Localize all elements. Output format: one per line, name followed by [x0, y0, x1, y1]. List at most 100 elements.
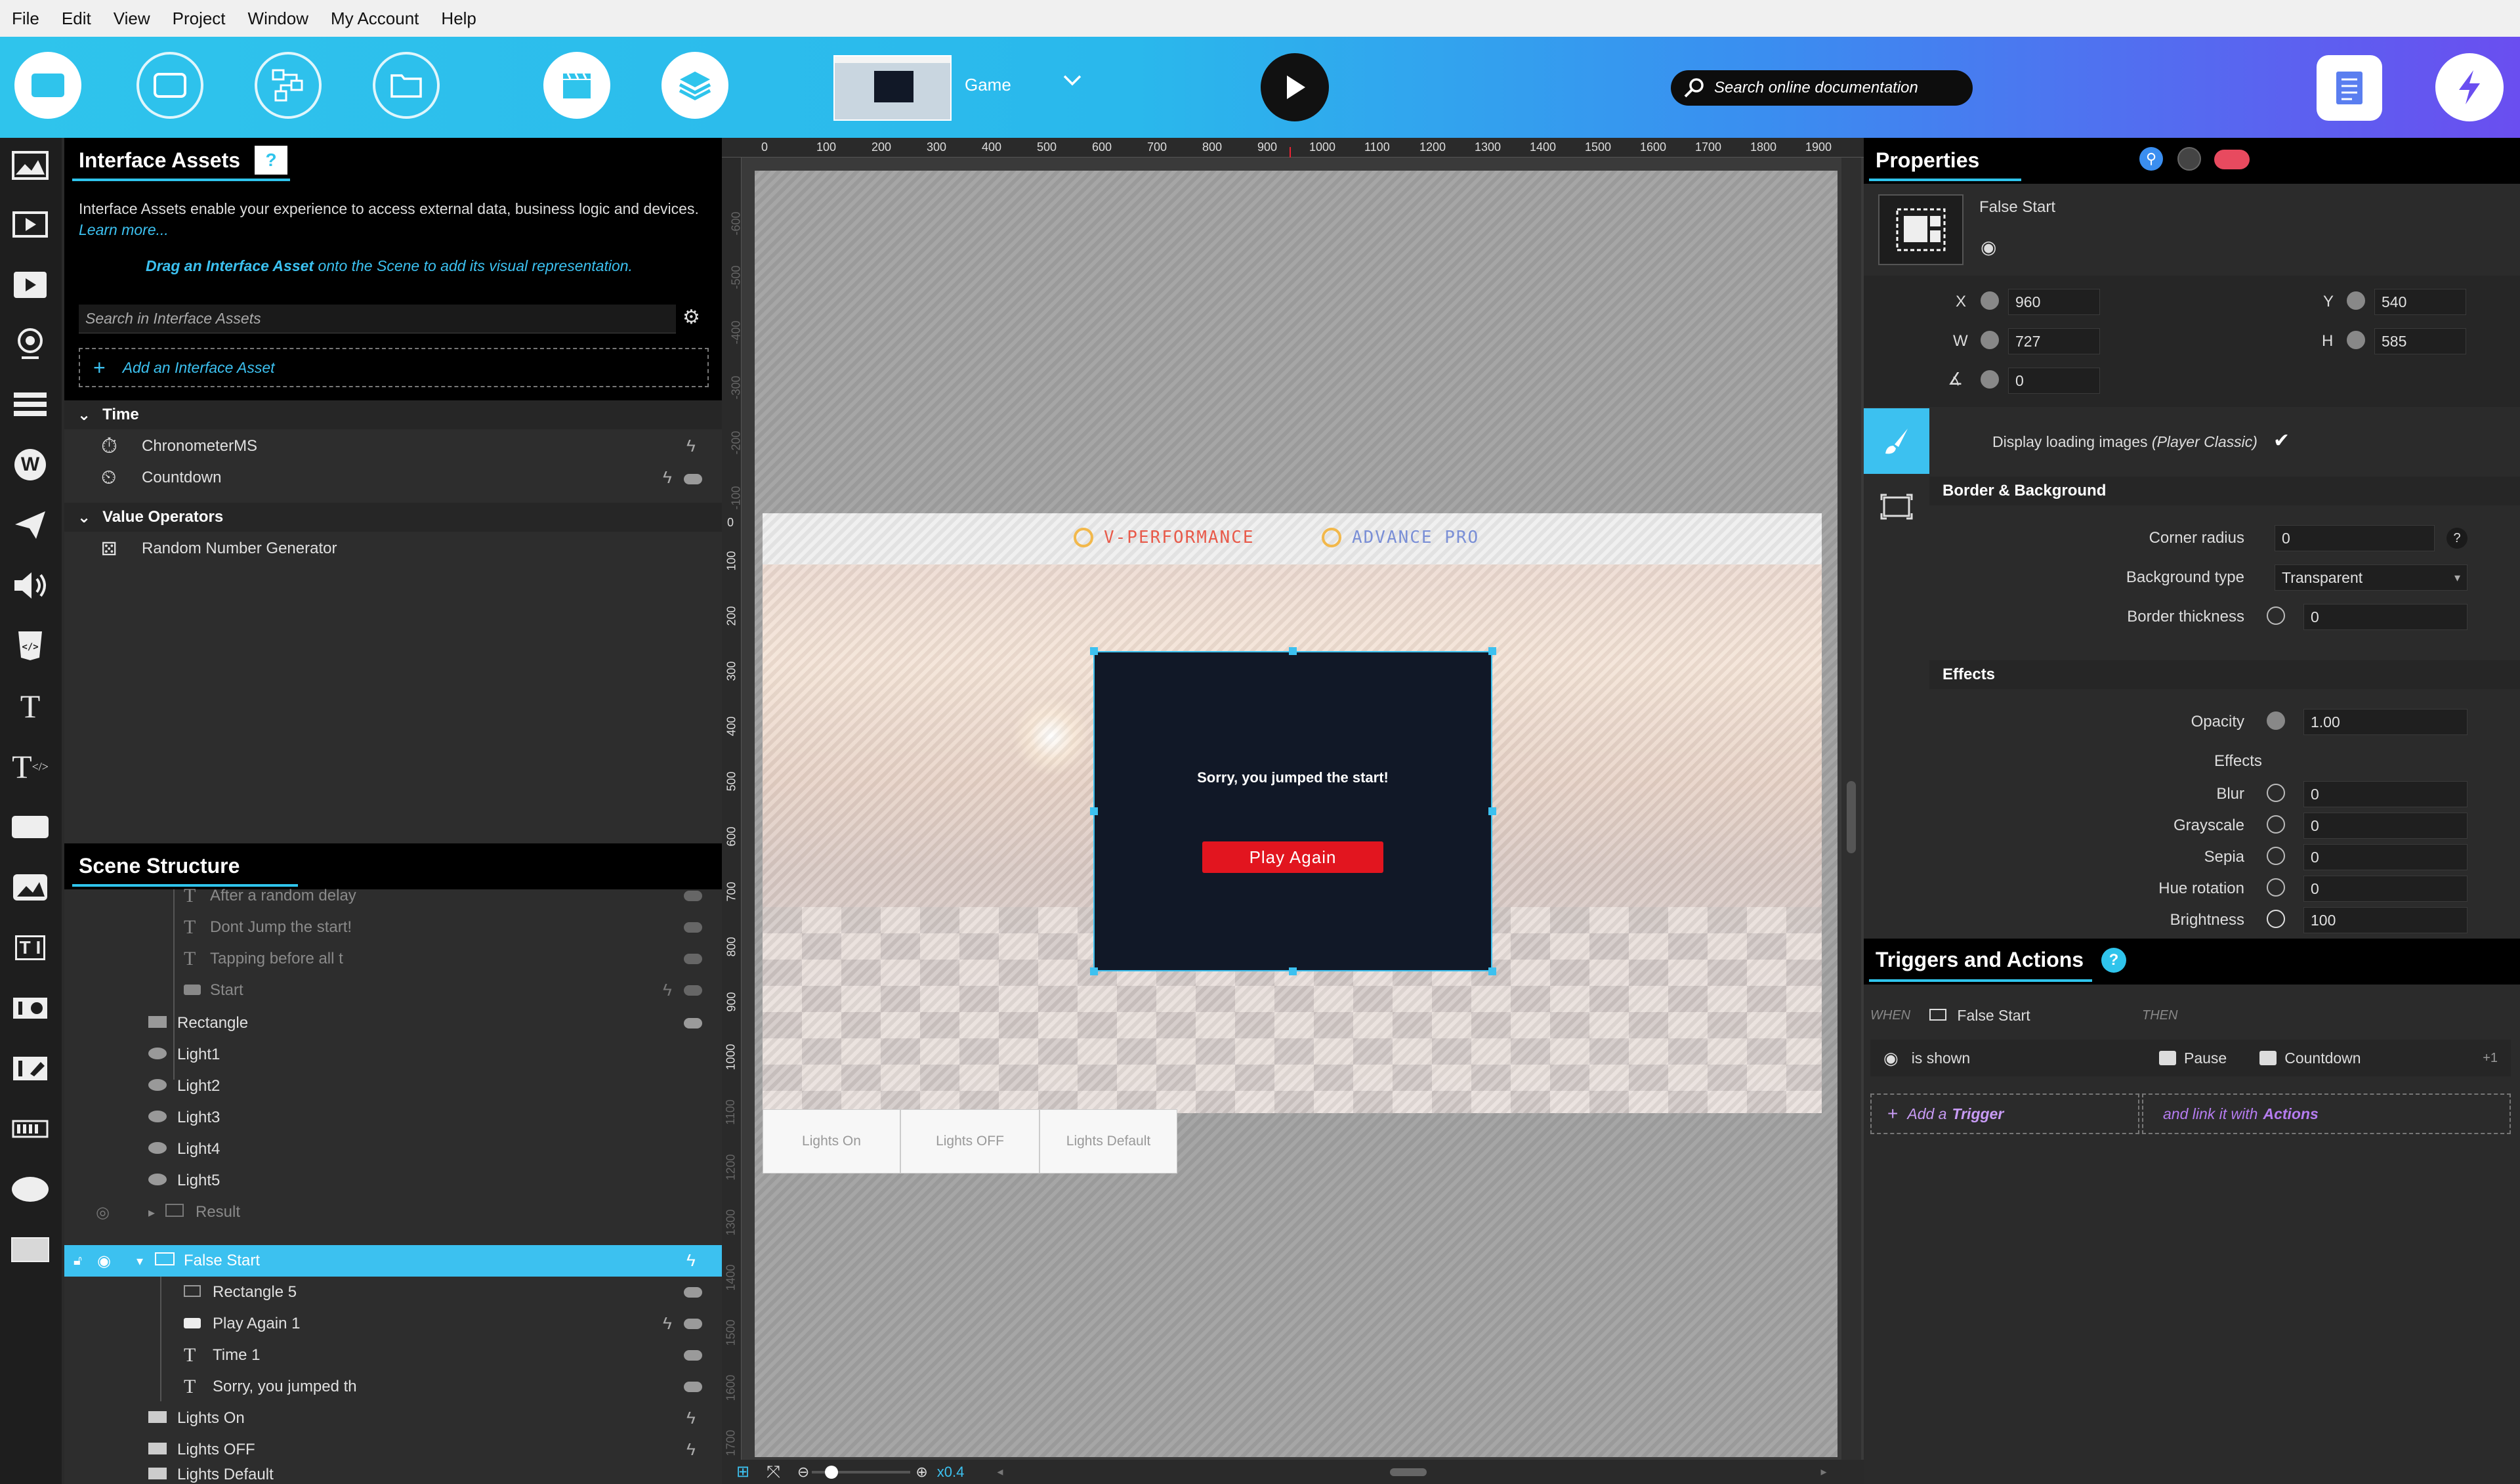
checklist-button[interactable]	[2317, 55, 2382, 121]
progress-bar-icon[interactable]	[9, 1108, 51, 1150]
visibility-eye-icon[interactable]	[684, 922, 702, 933]
play-again-button[interactable]: Play Again	[1202, 841, 1383, 873]
corner-radius-field[interactable]: 0	[2275, 525, 2435, 551]
asset-countdown[interactable]: ⏲ Countdown	[91, 462, 721, 494]
scene-row-start[interactable]: Start	[184, 975, 709, 1006]
brightness-binding-dot[interactable]	[2267, 910, 2285, 928]
w-field[interactable]: 727	[2008, 328, 2100, 354]
rotation-field[interactable]: 0	[2008, 368, 2100, 394]
value-operators-group-header[interactable]: ⌄ Value Operators	[64, 503, 722, 532]
navigation-icon[interactable]	[9, 504, 51, 546]
lights-on-button[interactable]: Lights On	[763, 1109, 900, 1174]
menu-window[interactable]: Window	[248, 9, 308, 29]
scenario-button[interactable]	[255, 52, 322, 119]
menu-help[interactable]: Help	[441, 9, 476, 29]
project-files-button[interactable]	[373, 52, 440, 119]
media-button[interactable]	[543, 52, 610, 119]
scene-dropdown-chevron-icon[interactable]	[1060, 68, 1084, 92]
assets-settings-gear-icon[interactable]: ⚙	[682, 306, 700, 329]
edit-toggle-icon[interactable]	[9, 1048, 51, 1090]
scene-row-false-start[interactable]: 🔓︎ ◉ ▾ False Start	[74, 1245, 717, 1277]
screen-view-button[interactable]	[14, 52, 81, 119]
media-player-icon[interactable]	[9, 264, 51, 306]
button-widget-icon[interactable]	[9, 806, 51, 848]
scene-row-time-1[interactable]: T Time 1	[184, 1340, 709, 1371]
corner-radius-help-icon[interactable]: ?	[2446, 528, 2468, 549]
chevron-right-icon[interactable]: ▸	[148, 1204, 165, 1221]
chevron-down-icon[interactable]: ▾	[136, 1253, 155, 1269]
menu-project[interactable]: Project	[173, 9, 226, 29]
doc-search-box[interactable]: Search online documentation	[1671, 70, 1973, 106]
scene-row-lights-on[interactable]: Lights On	[148, 1403, 673, 1434]
html5-icon[interactable]: </>	[9, 625, 51, 667]
text-widget-icon[interactable]: T	[9, 685, 51, 727]
toggle-icon[interactable]	[9, 987, 51, 1029]
zoom-slider-knob[interactable]	[825, 1465, 839, 1479]
scene-row-after-random-delay[interactable]: T After a random delay	[184, 880, 709, 912]
visibility-eye-icon[interactable]	[684, 474, 702, 484]
image-button-icon[interactable]	[9, 866, 51, 908]
zoom-in-icon[interactable]: ⊕	[915, 1464, 927, 1481]
loading-images-checkbox[interactable]: ✔	[2273, 429, 2296, 452]
color-tag-icon[interactable]	[2214, 150, 2250, 169]
scene-row-light4[interactable]: Light4	[148, 1134, 673, 1165]
element-visibility-eye-icon[interactable]: ◉	[1981, 236, 1996, 258]
image-widget-icon[interactable]	[9, 144, 51, 186]
trigger-row[interactable]: ◉ is shown	[1870, 1040, 2139, 1076]
visibility-eye-icon[interactable]	[684, 985, 702, 996]
action-row[interactable]: Pause Countdown +1	[2139, 1040, 2511, 1076]
eye-icon[interactable]: ◉	[97, 1252, 136, 1271]
assets-search-input[interactable]: Search in Interface Assets	[79, 305, 676, 333]
false-start-popup[interactable]: Sorry, you jumped the start! Play Again	[1093, 651, 1492, 971]
add-interface-asset-button[interactable]: + Add an Interface Asset	[79, 348, 709, 387]
resize-handle[interactable]	[1289, 647, 1297, 655]
scene-row-play-again-1[interactable]: Play Again 1	[184, 1308, 709, 1340]
scene-row-result[interactable]: ◎ ▸ Result	[96, 1197, 686, 1228]
menu-edit[interactable]: Edit	[62, 9, 91, 29]
blur-binding-dot[interactable]	[2267, 784, 2285, 802]
paint-tab-button[interactable]	[1864, 408, 1929, 474]
layers-button[interactable]	[662, 52, 728, 119]
asset-random-number-generator[interactable]: ⚄ Random Number Generator	[91, 533, 721, 564]
resize-handle[interactable]	[1090, 807, 1098, 815]
border-thickness-field[interactable]: 0	[2303, 604, 2468, 630]
resize-handle[interactable]	[1090, 647, 1098, 655]
settings-globe-icon[interactable]	[2177, 147, 2201, 171]
zoom-slider[interactable]	[812, 1465, 911, 1479]
link-icon[interactable]: ⚲	[2139, 147, 2163, 171]
resize-handle[interactable]	[1289, 967, 1297, 975]
visibility-eye-icon[interactable]	[684, 954, 702, 964]
scene-row-sorry-text[interactable]: T Sorry, you jumped th	[184, 1371, 709, 1403]
grayscale-field[interactable]: 0	[2303, 813, 2468, 839]
more-actions-count[interactable]: +1	[2483, 1051, 2498, 1066]
hue-rotation-binding-dot[interactable]	[2267, 878, 2285, 897]
sepia-field[interactable]: 0	[2303, 844, 2468, 870]
rotation-binding-dot[interactable]	[1981, 370, 1999, 389]
scene-thumbnail[interactable]	[833, 55, 952, 121]
lock-icon[interactable]: 🔓︎	[74, 1254, 97, 1269]
grayscale-binding-dot[interactable]	[2267, 815, 2285, 834]
resize-handle[interactable]	[1488, 967, 1496, 975]
menu-my-account[interactable]: My Account	[331, 9, 419, 29]
scene-row-lights-off[interactable]: Lights OFF	[148, 1434, 673, 1466]
visibility-eye-icon[interactable]	[684, 1319, 702, 1329]
scrollbar-thumb[interactable]	[1847, 781, 1856, 853]
y-binding-dot[interactable]	[2347, 291, 2365, 310]
hidden-eye-icon[interactable]: ◎	[96, 1203, 148, 1222]
background-type-select[interactable]: Transparent ▾	[2275, 564, 2468, 591]
rectangle-shape-icon[interactable]	[9, 1229, 51, 1271]
scene-row-rectangle5[interactable]: Rectangle 5	[184, 1277, 709, 1308]
triggers-help-icon[interactable]: ?	[2101, 948, 2126, 973]
scene-row-lights-default[interactable]: Lights Default	[148, 1466, 673, 1484]
menu-file[interactable]: File	[12, 9, 39, 29]
visibility-eye-icon[interactable]	[684, 1018, 702, 1028]
publish-button[interactable]	[2435, 53, 2504, 121]
horizontal-scrollbar-thumb[interactable]	[1390, 1468, 1427, 1476]
h-binding-dot[interactable]	[2347, 331, 2365, 349]
scene-row-dont-jump[interactable]: T Dont Jump the start!	[184, 912, 709, 943]
time-group-header[interactable]: ⌄ Time	[64, 400, 722, 429]
video-widget-icon[interactable]	[9, 203, 51, 245]
sepia-binding-dot[interactable]	[2267, 847, 2285, 865]
brightness-field[interactable]: 100	[2303, 907, 2468, 933]
scene-row-light5[interactable]: Light5	[148, 1165, 673, 1197]
